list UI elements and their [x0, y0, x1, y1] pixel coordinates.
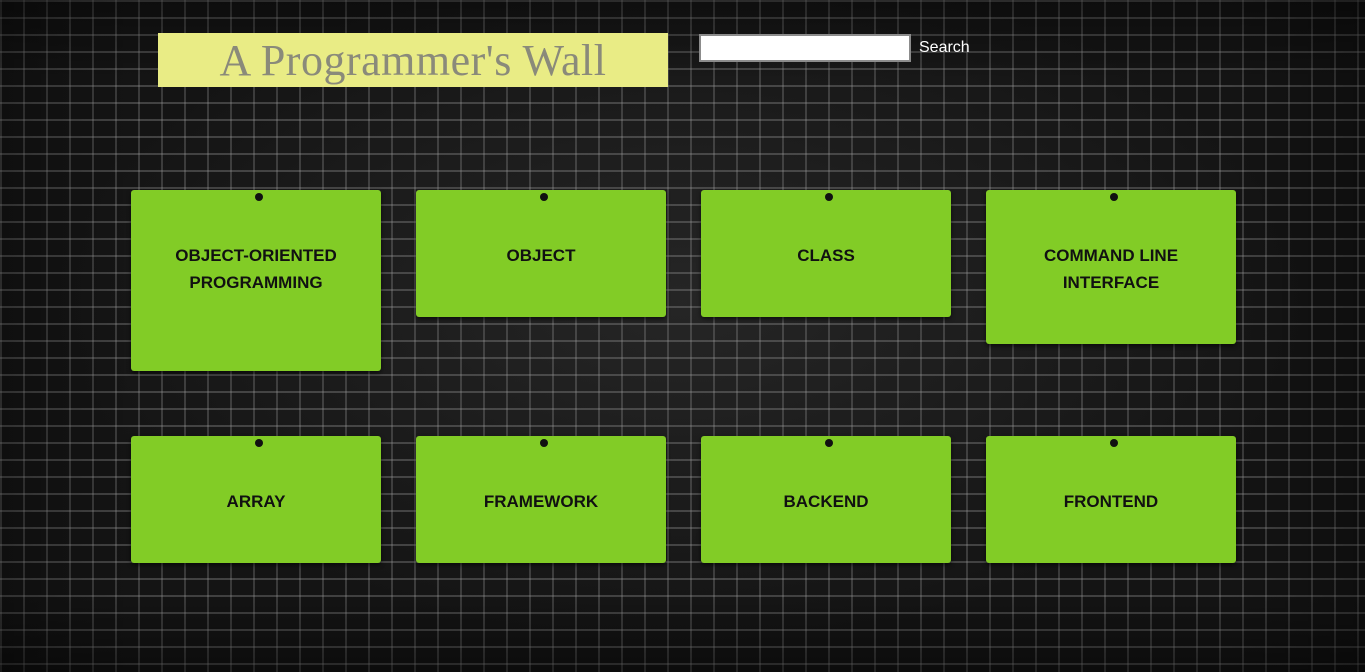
card-label: OBJECT-ORIENTED PROGRAMMING: [175, 246, 337, 292]
card-label: OBJECT: [506, 246, 576, 265]
card-object-oriented-programming[interactable]: OBJECT-ORIENTED PROGRAMMING: [131, 190, 381, 371]
pin-icon: [255, 193, 263, 201]
card-backend[interactable]: BACKEND: [701, 436, 951, 563]
search-button[interactable]: Search: [914, 36, 975, 60]
page-title: A Programmer's Wall: [219, 35, 607, 85]
card-framework[interactable]: FRAMEWORK: [416, 436, 666, 563]
card-object[interactable]: OBJECT: [416, 190, 666, 317]
card-label: CLASS: [797, 246, 855, 265]
card-label: COMMAND LINE INTERFACE: [1043, 246, 1179, 292]
pin-icon: [255, 439, 263, 447]
card-class[interactable]: CLASS: [701, 190, 951, 317]
card-label: FRONTEND: [1063, 492, 1159, 511]
card-label: ARRAY: [226, 492, 286, 511]
pin-icon: [1110, 439, 1118, 447]
programmers-wall-page: { "header": { "title": "A Programmer's W…: [0, 0, 1365, 672]
search-input[interactable]: [699, 34, 911, 62]
card-array[interactable]: ARRAY: [131, 436, 381, 563]
pin-icon: [825, 439, 833, 447]
card-label: BACKEND: [783, 492, 869, 511]
pin-icon: [540, 193, 548, 201]
card-command-line-interface[interactable]: COMMAND LINE INTERFACE: [986, 190, 1236, 344]
card-frontend[interactable]: FRONTEND: [986, 436, 1236, 563]
card-label: FRAMEWORK: [483, 492, 599, 511]
pin-icon: [540, 439, 548, 447]
pin-icon: [1110, 193, 1118, 201]
pin-icon: [825, 193, 833, 201]
title-banner: A Programmer's Wall: [158, 33, 668, 87]
